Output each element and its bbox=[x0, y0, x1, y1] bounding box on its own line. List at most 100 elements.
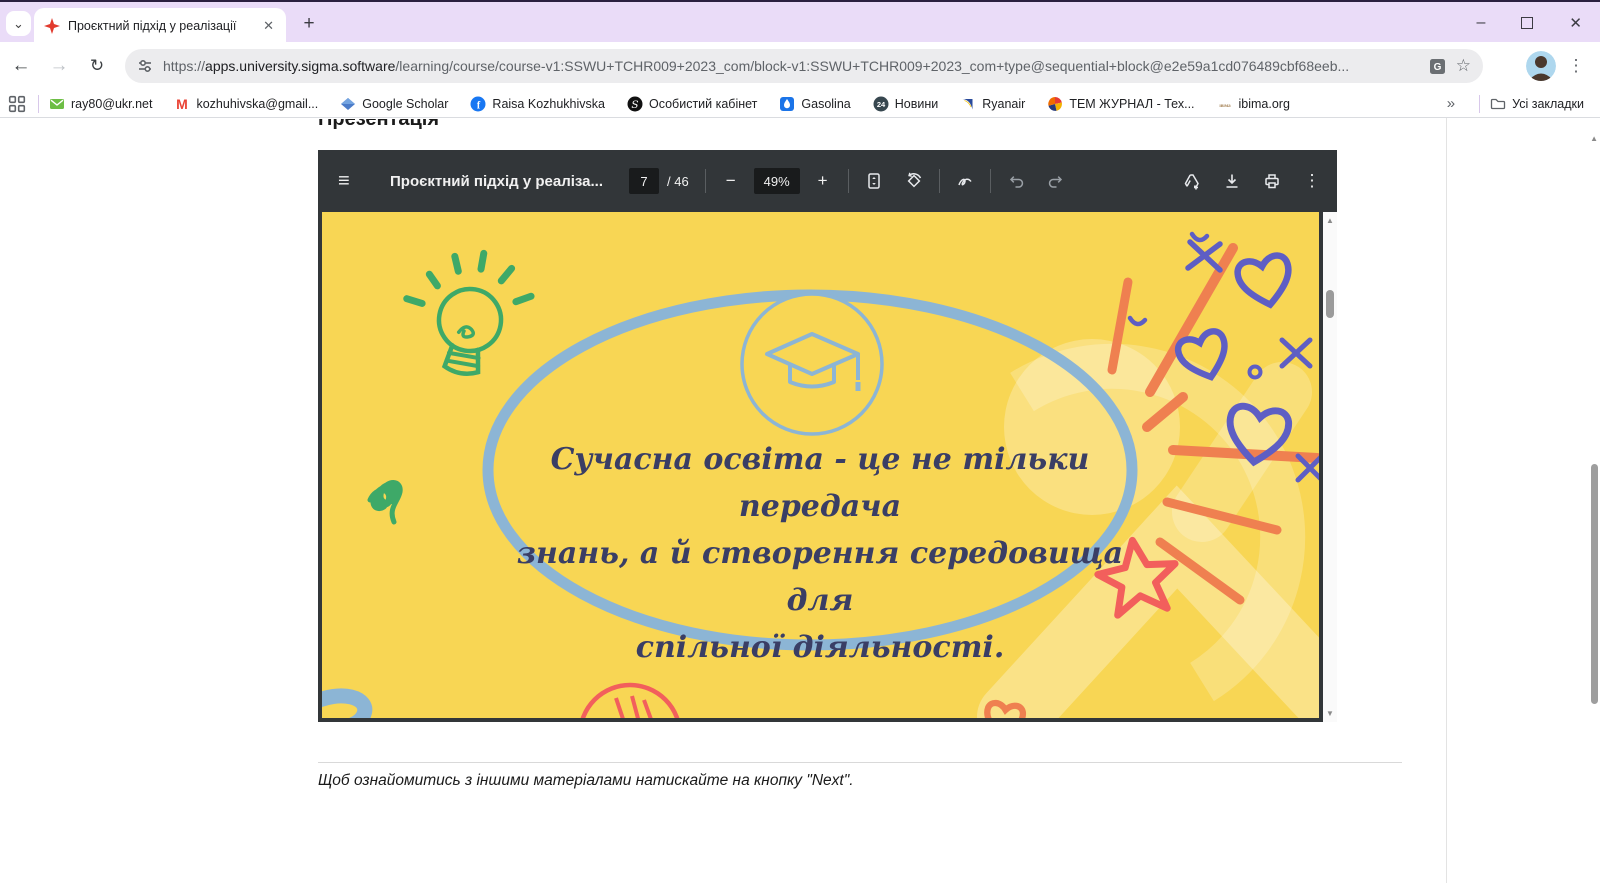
url-text[interactable]: https://apps.university.sigma.software/l… bbox=[163, 58, 1419, 74]
reload-button[interactable]: ↻ bbox=[84, 53, 110, 79]
print-icon[interactable] bbox=[1263, 172, 1281, 190]
pdf-toolbar: ≡ Проєктний підхід у реаліза... 7 / 46 −… bbox=[318, 150, 1337, 212]
pdf-page-area: Сучасна освіта - це не тільки передача з… bbox=[318, 212, 1337, 722]
bookmark-label: ТЕМ ЖУРНАЛ - Тех... bbox=[1069, 97, 1194, 111]
zoom-level[interactable]: 49% bbox=[754, 168, 800, 194]
pdf-page-input[interactable]: 7 bbox=[629, 168, 659, 194]
page-scrollbar[interactable]: ▲ bbox=[1588, 124, 1600, 883]
bookmark-label: kozhuhivska@gmail... bbox=[196, 97, 318, 111]
bookmark-item-tem-journal[interactable]: ТЕМ ЖУРНАЛ - Тех... bbox=[1047, 96, 1194, 112]
quote-line: Сучасна освіта - це не тільки передача bbox=[490, 436, 1150, 530]
slide-page: Сучасна освіта - це не тільки передача з… bbox=[322, 212, 1319, 718]
pdf-scroll-down-icon[interactable]: ▼ bbox=[1323, 709, 1337, 718]
annotate-pen-icon[interactable] bbox=[956, 172, 974, 190]
pdf-toolbar-divider bbox=[705, 169, 706, 193]
url-path: /learning/course/course-v1:SSWU+TCHR009+… bbox=[395, 58, 1349, 74]
page-note: Щоб ознайомитись з іншими матеріалами на… bbox=[318, 772, 1318, 790]
personal-cabinet-icon: S bbox=[627, 96, 643, 112]
page-scroll-up-icon[interactable]: ▲ bbox=[1590, 134, 1598, 143]
browser-tab[interactable]: Проєктний підхід у реалізації ✕ bbox=[34, 8, 286, 44]
url-domain: apps.university.sigma.software bbox=[205, 58, 395, 74]
pdf-scrollbar[interactable]: ▲ ▼ bbox=[1323, 212, 1337, 722]
bookmarks-separator bbox=[38, 95, 39, 113]
tab-close-icon[interactable]: ✕ bbox=[261, 18, 276, 34]
browser-toolbar: ← → ↻ https://apps.university.sigma.soft… bbox=[0, 42, 1600, 90]
bookmarks-bar: ray80@ukr.net M kozhuhivska@gmail... Goo… bbox=[0, 90, 1600, 118]
bookmark-label: Raisa Kozhukhivska bbox=[492, 97, 605, 111]
page-heading-clipped: Презентація bbox=[318, 119, 618, 132]
all-bookmarks-button[interactable]: Усі закладки bbox=[1490, 96, 1584, 112]
add-to-drive-icon[interactable] bbox=[1183, 172, 1201, 190]
bookmark-label: ibima.org bbox=[1239, 97, 1290, 111]
maximize-button[interactable] bbox=[1521, 17, 1533, 29]
gasolina-icon bbox=[779, 96, 795, 112]
browser-titlebar: ⌄ Проєктний підхід у реалізації ✕ + – ✕ bbox=[0, 0, 1600, 42]
pdf-title: Проєктний підхід у реаліза... bbox=[390, 173, 603, 190]
rotate-icon[interactable] bbox=[905, 172, 923, 190]
bookmark-item-ryanair[interactable]: Ryanair bbox=[960, 96, 1025, 112]
bookmarks-overflow-icon[interactable]: » bbox=[1447, 95, 1455, 112]
bookmark-item-gmail[interactable]: M kozhuhivska@gmail... bbox=[174, 96, 318, 112]
facebook-icon: f bbox=[470, 96, 486, 112]
bookmark-label: Особистий кабінет bbox=[649, 97, 757, 111]
svg-text:ıвıма: ıвıма bbox=[1219, 104, 1231, 109]
tab-favicon-icon bbox=[44, 18, 60, 34]
forward-button[interactable]: → bbox=[46, 53, 72, 79]
download-icon[interactable] bbox=[1223, 172, 1241, 190]
profile-avatar[interactable] bbox=[1526, 51, 1556, 81]
close-button[interactable]: ✕ bbox=[1569, 14, 1582, 32]
google-scholar-icon bbox=[340, 96, 356, 112]
pdf-menu-icon[interactable]: ≡ bbox=[338, 172, 356, 190]
url-scheme: https:// bbox=[163, 58, 205, 74]
new-tab-button[interactable]: + bbox=[296, 11, 322, 37]
fit-page-icon[interactable] bbox=[865, 172, 883, 190]
pdf-scrollbar-thumb[interactable] bbox=[1326, 290, 1334, 318]
tab-title: Проєктний підхід у реалізації bbox=[68, 19, 253, 33]
gmail-icon: M bbox=[174, 96, 190, 112]
bookmark-item-ukrnet[interactable]: ray80@ukr.net bbox=[49, 96, 152, 112]
bookmark-label: Gasolina bbox=[801, 97, 850, 111]
news-24-icon: 24 bbox=[873, 96, 889, 112]
slide-quote: Сучасна освіта - це не тільки передача з… bbox=[490, 436, 1150, 671]
address-bar[interactable]: https://apps.university.sigma.software/l… bbox=[125, 49, 1483, 83]
bookmark-item-google-scholar[interactable]: Google Scholar bbox=[340, 96, 448, 112]
svg-text:S: S bbox=[631, 99, 638, 111]
zoom-in-button[interactable]: + bbox=[814, 171, 832, 191]
ukrnet-mail-icon bbox=[49, 96, 65, 112]
ryanair-icon bbox=[960, 96, 976, 112]
spiral-doodle bbox=[370, 482, 400, 522]
bookmark-item-facebook[interactable]: f Raisa Kozhukhivska bbox=[470, 96, 605, 112]
translate-icon[interactable]: G bbox=[1429, 58, 1446, 75]
redo-icon[interactable] bbox=[1047, 172, 1065, 190]
bookmark-item-gasolina[interactable]: Gasolina bbox=[779, 96, 850, 112]
bookmark-label: Новини bbox=[895, 97, 939, 111]
svg-text:M: M bbox=[177, 96, 189, 112]
undo-icon[interactable] bbox=[1007, 172, 1025, 190]
bookmarks-separator bbox=[1479, 95, 1480, 113]
page-scrollbar-thumb[interactable] bbox=[1591, 464, 1598, 704]
bookmark-item-personal-cabinet[interactable]: S Особистий кабінет bbox=[627, 96, 757, 112]
apps-grid-icon[interactable] bbox=[8, 95, 26, 113]
bookmark-item-ibima[interactable]: ıвıма ibima.org bbox=[1217, 96, 1290, 112]
pdf-toolbar-divider bbox=[848, 169, 849, 193]
all-bookmarks-label: Усі закладки bbox=[1512, 97, 1584, 111]
bookmark-item-news[interactable]: 24 Новини bbox=[873, 96, 939, 112]
pink-circle-doodle bbox=[580, 685, 680, 718]
bookmark-label: Google Scholar bbox=[362, 97, 448, 111]
minimize-button[interactable]: – bbox=[1477, 14, 1486, 32]
tem-journal-icon bbox=[1047, 96, 1063, 112]
site-settings-icon[interactable] bbox=[137, 58, 153, 74]
svg-text:G: G bbox=[1433, 62, 1441, 73]
browser-menu-icon[interactable]: ⋮ bbox=[1564, 53, 1588, 79]
back-button[interactable]: ← bbox=[8, 53, 34, 79]
pdf-viewer: ≡ Проєктний підхід у реаліза... 7 / 46 −… bbox=[318, 150, 1337, 722]
content-right-border bbox=[1446, 118, 1447, 883]
pdf-more-options-icon[interactable]: ⋮ bbox=[1303, 172, 1321, 190]
bookmark-label: ray80@ukr.net bbox=[71, 97, 152, 111]
lightbulb-doodle bbox=[396, 242, 537, 383]
zoom-out-button[interactable]: − bbox=[722, 171, 740, 191]
bookmark-star-icon[interactable]: ☆ bbox=[1456, 56, 1471, 76]
pdf-scroll-up-icon[interactable]: ▲ bbox=[1323, 216, 1337, 225]
tab-search-button[interactable]: ⌄ bbox=[6, 11, 31, 36]
window-controls: – ✕ bbox=[1477, 2, 1582, 44]
